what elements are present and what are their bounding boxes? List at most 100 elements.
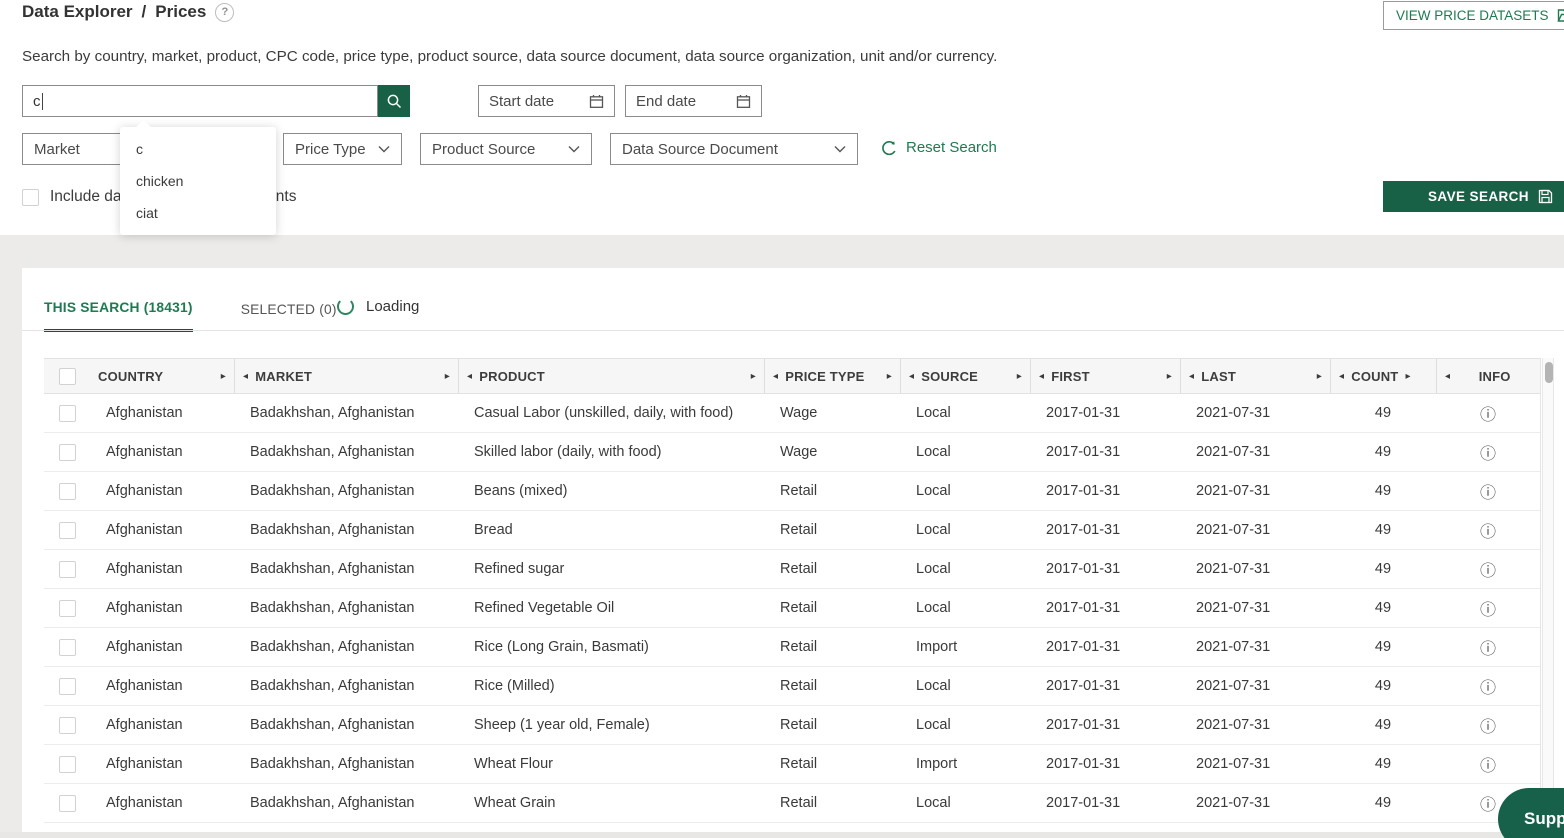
cell-source: Local bbox=[900, 600, 1030, 616]
cell-market: Badakhshan, Afghanistan bbox=[234, 405, 458, 421]
cell-market: Badakhshan, Afghanistan bbox=[234, 756, 458, 772]
row-checkbox-cell bbox=[44, 394, 90, 432]
cell-country: Afghanistan bbox=[90, 795, 234, 811]
cell-product: Wheat Flour bbox=[458, 756, 764, 772]
row-checkbox[interactable] bbox=[59, 483, 76, 500]
cell-source: Local bbox=[900, 717, 1030, 733]
column-left-arrow-icon[interactable]: ◂ bbox=[1189, 371, 1194, 382]
suggestion-item-c[interactable]: c bbox=[120, 133, 276, 165]
column-header-price-type[interactable]: ◂PRICE TYPE▸ bbox=[764, 359, 900, 393]
data-source-document-dropdown[interactable]: Data Source Document bbox=[610, 133, 858, 165]
include-datasets-checkbox[interactable] bbox=[22, 189, 39, 206]
column-header-product[interactable]: ◂PRODUCT▸ bbox=[458, 359, 764, 393]
info-icon[interactable]: ⓘ bbox=[1480, 522, 1496, 541]
table-row: AfghanistanBadakhshan, AfghanistanWheat … bbox=[44, 784, 1540, 823]
tab-selected[interactable]: SELECTED (0) bbox=[241, 296, 337, 331]
scrollbar-thumb[interactable] bbox=[1545, 362, 1553, 383]
row-checkbox[interactable] bbox=[59, 795, 76, 812]
column-left-arrow-icon[interactable]: ◂ bbox=[243, 371, 248, 382]
row-checkbox[interactable] bbox=[59, 561, 76, 578]
row-checkbox[interactable] bbox=[59, 444, 76, 461]
cell-market: Badakhshan, Afghanistan bbox=[234, 522, 458, 538]
column-left-arrow-icon[interactable]: ◂ bbox=[467, 371, 472, 382]
end-date-placeholder: End date bbox=[636, 93, 696, 110]
row-checkbox[interactable] bbox=[59, 522, 76, 539]
column-header-info[interactable]: ◂INFO bbox=[1436, 359, 1540, 393]
column-header-country[interactable]: COUNTRY▸ bbox=[90, 359, 234, 393]
column-left-arrow-icon[interactable]: ◂ bbox=[1445, 371, 1450, 382]
cell-last-date: 2021-07-31 bbox=[1180, 639, 1330, 655]
product-source-dropdown[interactable]: Product Source bbox=[420, 133, 592, 165]
tab-this-search[interactable]: THIS SEARCH (18431) bbox=[44, 294, 193, 332]
column-header-last[interactable]: ◂LAST▸ bbox=[1180, 359, 1330, 393]
search-description: Search by country, market, product, CPC … bbox=[22, 48, 997, 65]
support-button[interactable]: Supp bbox=[1498, 788, 1564, 838]
cell-info: ⓘ bbox=[1436, 674, 1540, 698]
reset-search-label: Reset Search bbox=[906, 139, 997, 156]
column-header-source[interactable]: ◂SOURCE▸ bbox=[900, 359, 1030, 393]
column-header-first[interactable]: ◂FIRST▸ bbox=[1030, 359, 1180, 393]
table-vertical-scrollbar[interactable] bbox=[1542, 358, 1554, 836]
info-icon[interactable]: ⓘ bbox=[1480, 561, 1496, 580]
breadcrumb-data-explorer[interactable]: Data Explorer bbox=[22, 2, 133, 22]
cell-price-type: Wage bbox=[764, 444, 900, 460]
info-icon[interactable]: ⓘ bbox=[1480, 717, 1496, 736]
cell-count: 49 bbox=[1330, 639, 1436, 655]
info-icon[interactable]: ⓘ bbox=[1480, 444, 1496, 463]
price-type-dropdown[interactable]: Price Type bbox=[283, 133, 402, 165]
view-price-datasets-button[interactable]: VIEW PRICE DATASETS bbox=[1383, 1, 1564, 30]
results-card: THIS SEARCH (18431)SELECTED (0) Loading … bbox=[22, 268, 1564, 838]
info-icon[interactable]: ⓘ bbox=[1480, 600, 1496, 619]
search-input[interactable]: c bbox=[22, 85, 378, 117]
info-icon[interactable]: ⓘ bbox=[1480, 795, 1496, 814]
row-checkbox[interactable] bbox=[59, 639, 76, 656]
search-button[interactable] bbox=[378, 85, 410, 117]
row-checkbox[interactable] bbox=[59, 756, 76, 773]
reset-search-button[interactable]: Reset Search bbox=[881, 139, 997, 156]
chevron-down-icon bbox=[378, 145, 390, 153]
column-left-arrow-icon[interactable]: ◂ bbox=[909, 371, 914, 382]
column-right-arrow-icon[interactable]: ▸ bbox=[1405, 371, 1410, 382]
row-checkbox[interactable] bbox=[59, 717, 76, 734]
info-icon[interactable]: ⓘ bbox=[1480, 405, 1496, 424]
tabs-divider bbox=[22, 330, 1564, 331]
column-header-count[interactable]: ◂COUNT▸ bbox=[1330, 359, 1436, 393]
suggestion-item-ciat[interactable]: ciat bbox=[120, 197, 276, 229]
cell-last-date: 2021-07-31 bbox=[1180, 522, 1330, 538]
column-right-arrow-icon[interactable]: ▸ bbox=[751, 371, 756, 382]
cell-product: Wheat Grain bbox=[458, 795, 764, 811]
table-row: AfghanistanBadakhshan, AfghanistanRice (… bbox=[44, 628, 1540, 667]
column-left-arrow-icon[interactable]: ◂ bbox=[1039, 371, 1044, 382]
table-row: AfghanistanBadakhshan, AfghanistanBeans … bbox=[44, 472, 1540, 511]
column-right-arrow-icon[interactable]: ▸ bbox=[445, 371, 450, 382]
results-table: COUNTRY▸◂MARKET▸◂PRODUCT▸◂PRICE TYPE▸◂SO… bbox=[44, 358, 1541, 823]
row-checkbox[interactable] bbox=[59, 600, 76, 617]
cell-market: Badakhshan, Afghanistan bbox=[234, 444, 458, 460]
column-right-arrow-icon[interactable]: ▸ bbox=[1167, 371, 1172, 382]
cell-country: Afghanistan bbox=[90, 483, 234, 499]
info-icon[interactable]: ⓘ bbox=[1480, 678, 1496, 697]
start-date-field[interactable]: Start date bbox=[478, 85, 615, 117]
suggestion-item-chicken[interactable]: chicken bbox=[120, 165, 276, 197]
info-icon[interactable]: ⓘ bbox=[1480, 756, 1496, 775]
info-icon[interactable]: ⓘ bbox=[1480, 483, 1496, 502]
column-left-arrow-icon[interactable]: ◂ bbox=[773, 371, 778, 382]
column-header-market[interactable]: ◂MARKET▸ bbox=[234, 359, 458, 393]
cell-product: Casual Labor (unskilled, daily, with foo… bbox=[458, 405, 764, 421]
save-search-button[interactable]: SAVE SEARCH bbox=[1383, 181, 1564, 212]
column-left-arrow-icon[interactable]: ◂ bbox=[1339, 371, 1344, 382]
row-checkbox[interactable] bbox=[59, 405, 76, 422]
column-right-arrow-icon[interactable]: ▸ bbox=[1017, 371, 1022, 382]
breadcrumb: Data Explorer / Prices ? bbox=[22, 2, 234, 22]
column-right-arrow-icon[interactable]: ▸ bbox=[887, 371, 892, 382]
row-checkbox[interactable] bbox=[59, 678, 76, 695]
cell-info: ⓘ bbox=[1436, 752, 1540, 776]
select-all-checkbox[interactable] bbox=[59, 368, 76, 385]
info-icon[interactable]: ⓘ bbox=[1480, 639, 1496, 658]
help-icon[interactable]: ? bbox=[215, 3, 234, 22]
column-right-arrow-icon[interactable]: ▸ bbox=[221, 371, 226, 382]
column-right-arrow-icon[interactable]: ▸ bbox=[1317, 371, 1322, 382]
product-source-dropdown-label: Product Source bbox=[432, 141, 535, 158]
cell-count: 49 bbox=[1330, 717, 1436, 733]
end-date-field[interactable]: End date bbox=[625, 85, 762, 117]
